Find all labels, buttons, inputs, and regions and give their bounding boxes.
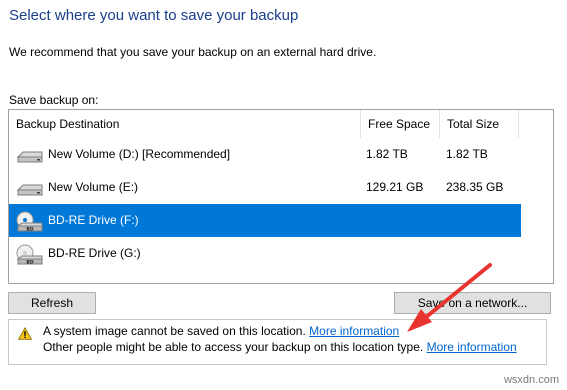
destination-name: BD-RE Drive (G:) [48, 246, 141, 260]
destination-row[interactable]: New Volume (D:) [Recommended] 1.82 TB 1.… [9, 138, 521, 171]
refresh-button[interactable]: Refresh [8, 292, 96, 314]
destination-row[interactable]: New Volume (E:) 129.21 GB 238.35 GB [9, 171, 521, 204]
destination-free-space: 1.82 TB [366, 147, 408, 161]
destination-total-size: 1.82 TB [446, 147, 488, 161]
info-text-2: Other people might be able to access you… [43, 340, 424, 354]
bd-label: BD [26, 226, 33, 232]
save-backup-on-label: Save backup on: [9, 93, 99, 107]
destination-row[interactable]: BD BD-RE Drive (G:) [9, 237, 521, 270]
info-line-1: A system image cannot be saved on this l… [43, 324, 399, 338]
more-information-link-2[interactable]: More information [427, 340, 517, 354]
warning-icon [18, 327, 32, 340]
info-text-1: A system image cannot be saved on this l… [43, 324, 306, 338]
bd-drive-icon: BD [16, 244, 43, 265]
save-on-network-button[interactable]: Save on a network... [394, 292, 551, 314]
destination-name: BD-RE Drive (F:) [48, 213, 139, 227]
hard-drive-icon [16, 184, 43, 196]
list-header: Backup Destination Free Space Total Size [9, 110, 553, 138]
column-header-free-space[interactable]: Free Space [360, 110, 439, 138]
destination-total-size: 238.35 GB [446, 180, 504, 194]
column-header-total-size[interactable]: Total Size [439, 110, 519, 138]
bd-label: BD [26, 259, 33, 265]
recommendation-text: We recommend that you save your backup o… [9, 45, 377, 59]
hard-drive-icon [16, 151, 43, 163]
backup-destination-list[interactable]: Backup Destination Free Space Total Size… [8, 109, 554, 284]
column-header-destination[interactable]: Backup Destination [9, 110, 360, 138]
destination-name: New Volume (D:) [Recommended] [48, 147, 231, 161]
bd-drive-icon: BD [16, 211, 43, 232]
destination-row-selected[interactable]: BD BD-RE Drive (F:) [9, 204, 521, 237]
destination-name: New Volume (E:) [48, 180, 139, 194]
destination-free-space: 129.21 GB [366, 180, 424, 194]
page-title: Select where you want to save your backu… [9, 7, 299, 24]
watermark: wsxdn.com [503, 374, 559, 386]
more-information-link-1[interactable]: More information [309, 324, 399, 338]
info-box: A system image cannot be saved on this l… [8, 319, 547, 365]
info-line-2: Other people might be able to access you… [43, 340, 517, 354]
